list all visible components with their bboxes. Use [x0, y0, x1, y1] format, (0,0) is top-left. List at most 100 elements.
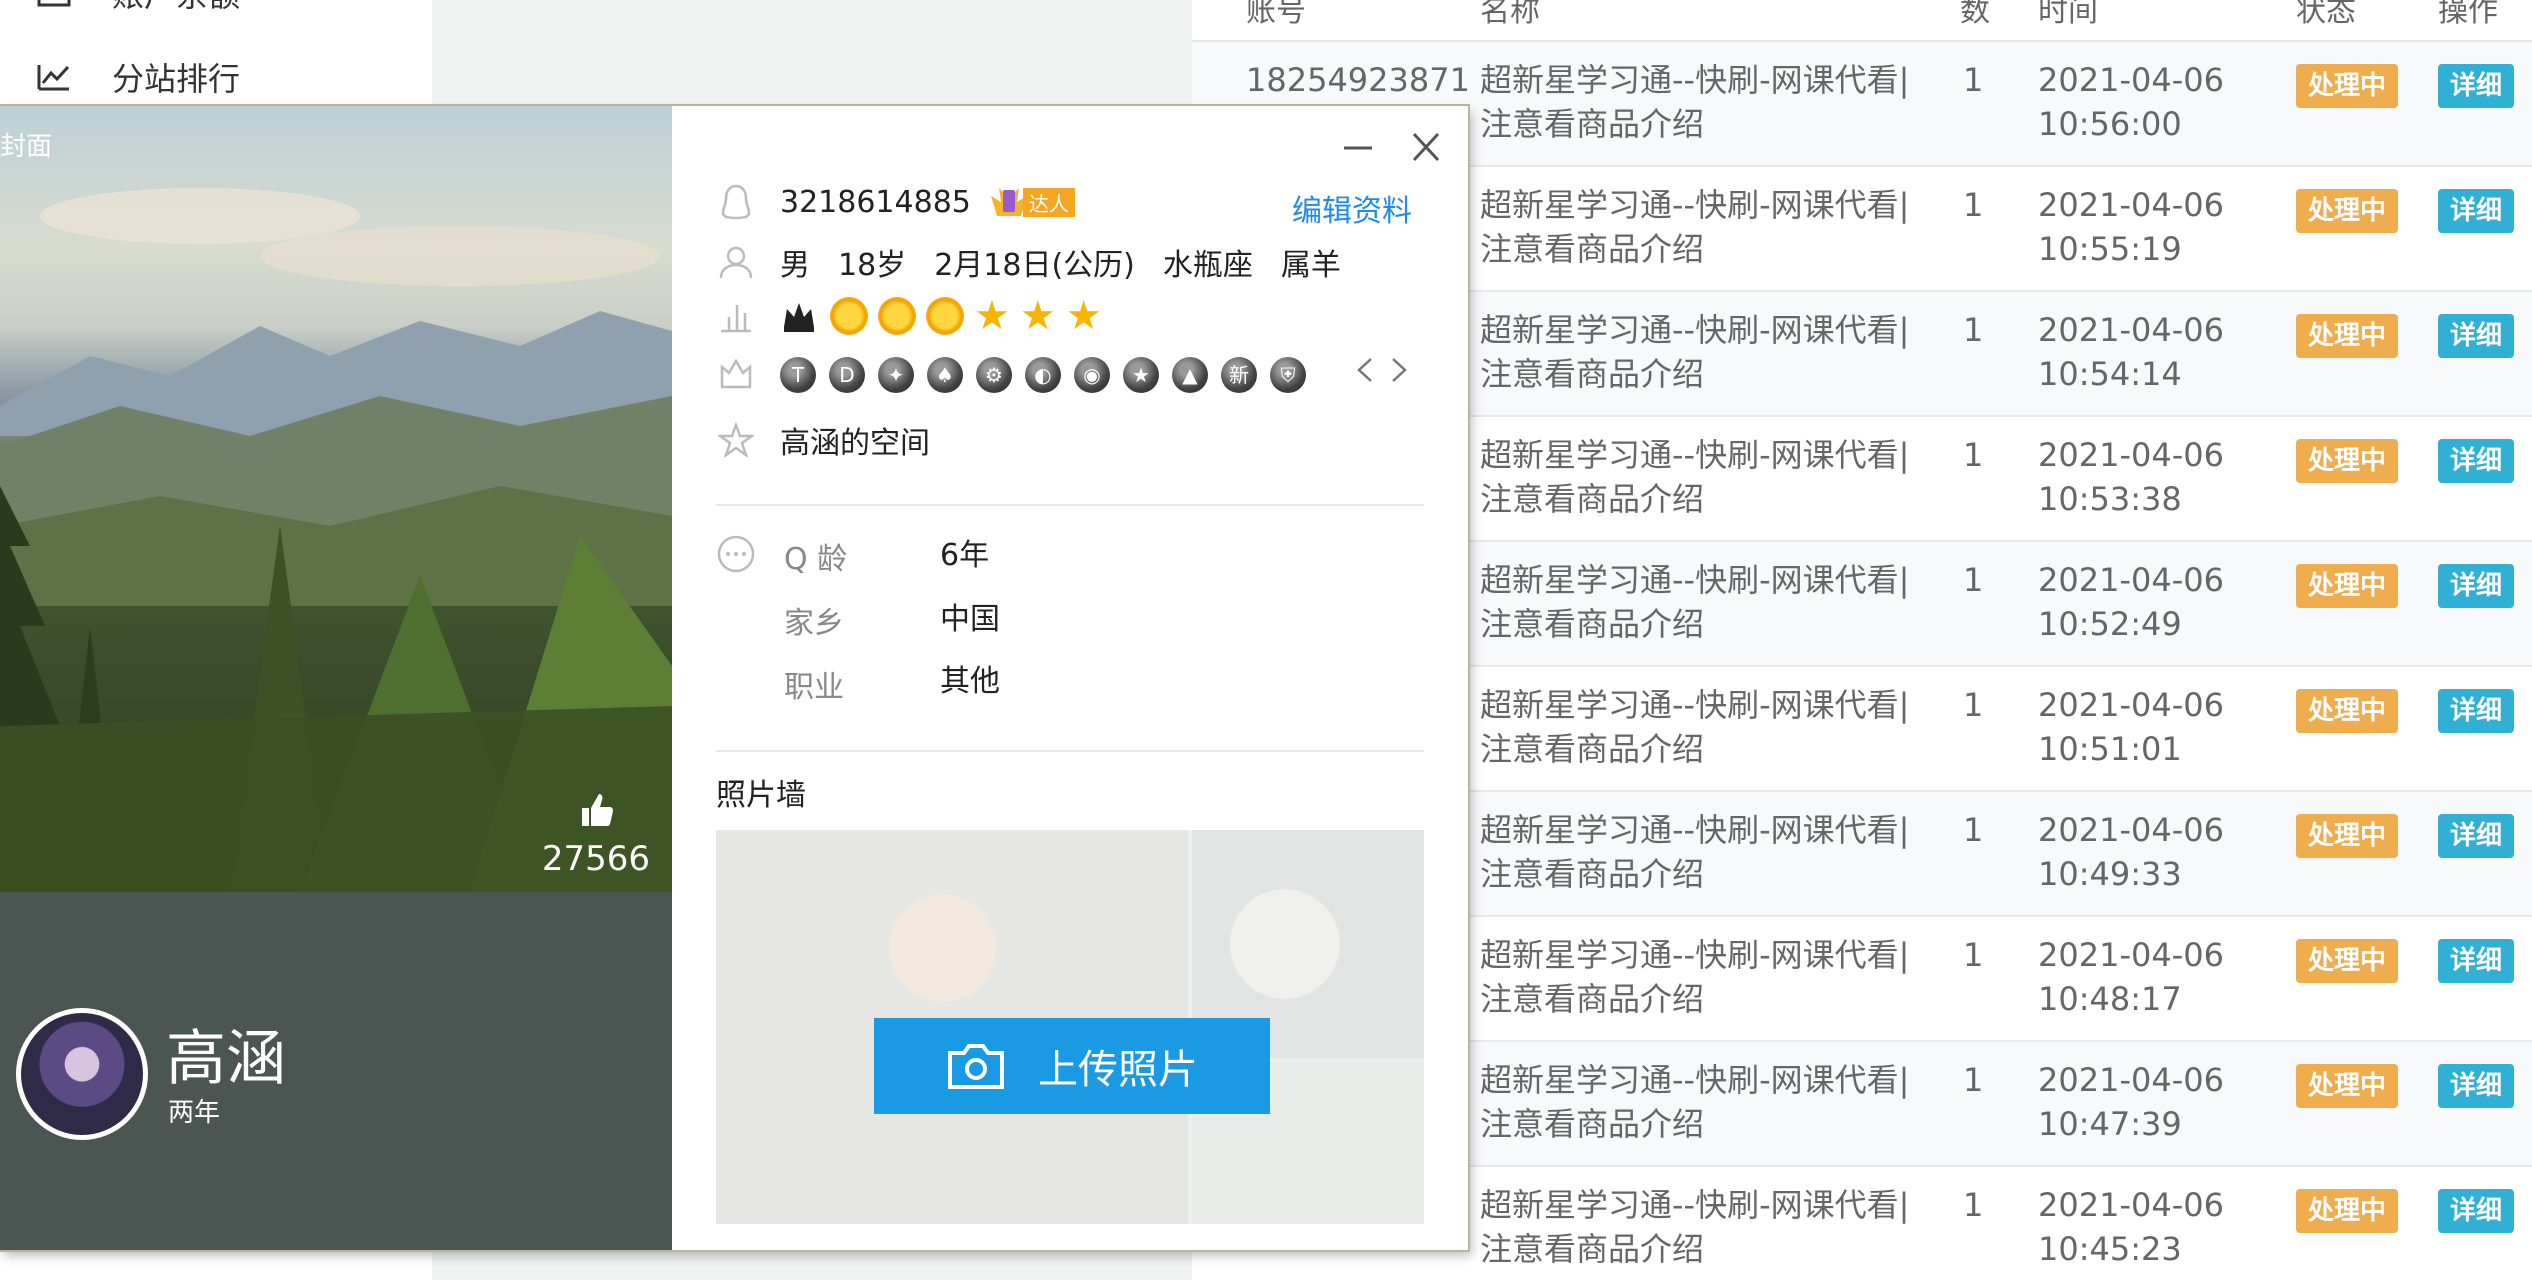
minimize-icon: [1344, 146, 1372, 150]
cell-time: 2021-04-06 10:47:39: [2038, 1061, 2224, 1143]
sidebar-item-balance[interactable]: 账户余额: [36, 0, 240, 16]
cell-name: 超新星学习通--快刷-网课代看|注意看商品介绍: [1480, 811, 1910, 893]
detail-button[interactable]: 详细: [2438, 939, 2515, 983]
cell-qty: 1: [1963, 1061, 1984, 1099]
qq-number: 3218614885: [780, 184, 971, 220]
chinese-zodiac: 属羊: [1280, 248, 1341, 283]
medal-icon[interactable]: ✦: [878, 357, 914, 393]
nickname: 高涵: [166, 1024, 286, 1094]
status-badge: 处理中: [2296, 689, 2399, 733]
like-counter[interactable]: 27566: [542, 790, 650, 879]
status-badge: 处理中: [2296, 564, 2399, 608]
sidebar-item-label: 账户余额: [112, 0, 240, 16]
star-icon: ★: [1065, 293, 1102, 339]
cell-name: 超新星学习通--快刷-网课代看|注意看商品介绍: [1480, 686, 1910, 768]
status-badge: 处理中: [2296, 1189, 2399, 1233]
detail-button[interactable]: 详细: [2438, 314, 2515, 358]
col-header-account[interactable]: 账号: [1246, 0, 1306, 30]
medal-icon[interactable]: D: [829, 357, 865, 393]
medal-icon[interactable]: ◉: [1074, 357, 1110, 393]
cover-label: 封面: [0, 132, 53, 162]
sidebar-item-label: 分站排行: [112, 60, 241, 98]
cell-time: 2021-04-06 10:52:49: [2038, 561, 2224, 643]
cell-time: 2021-04-06 10:48:17: [2038, 936, 2224, 1018]
cell-qty: 1: [1963, 436, 1984, 474]
star-icon: ★: [1019, 293, 1056, 339]
cell-time: 2021-04-06 10:56:00: [2038, 61, 2224, 143]
cell-time: 2021-04-06 10:49:33: [2038, 811, 2224, 893]
age: 18岁: [838, 248, 907, 283]
cell-qty: 1: [1963, 1186, 1984, 1224]
expert-badge[interactable]: 达人: [989, 182, 1075, 222]
medal-icon[interactable]: ★: [1123, 357, 1159, 393]
medal-icon[interactable]: ⛨: [1270, 357, 1306, 393]
cell-qty: 1: [1963, 561, 1984, 599]
sidebar-item-ranking[interactable]: 分站排行: [36, 54, 240, 100]
close-button[interactable]: [1410, 126, 1442, 176]
photo-wall-title: 照片墙: [716, 778, 806, 813]
status-badge: 处理中: [2296, 939, 2399, 983]
detail-button[interactable]: 详细: [2438, 814, 2515, 858]
chevron-right-icon: [1392, 358, 1407, 382]
medals-row: T D ✦ ♠ ⚙ ◐ ◉ ★ ▲ 新 ⛨: [716, 354, 1409, 394]
gender: 男: [780, 248, 810, 283]
medals-next-button[interactable]: [1389, 355, 1409, 393]
cell-time: 2021-04-06 10:45:23: [2038, 1186, 2224, 1268]
medal-icon[interactable]: ◐: [1025, 357, 1061, 393]
avatar[interactable]: [16, 1008, 148, 1140]
medal-icon[interactable]: ♠: [927, 357, 963, 393]
detail-button[interactable]: 详细: [2438, 1189, 2515, 1233]
detail-button[interactable]: 详细: [2438, 189, 2515, 233]
cell-qty: 1: [1963, 61, 1984, 99]
cell-name: 超新星学习通--快刷-网课代看|注意看商品介绍: [1480, 936, 1910, 1018]
landscape-image: [0, 188, 672, 892]
medal-icon[interactable]: ⚙: [976, 357, 1012, 393]
cell-qty: 1: [1963, 686, 1984, 724]
detail-label: 职业: [784, 670, 844, 705]
cell-qty: 1: [1963, 811, 1984, 849]
sun-icon: [926, 297, 964, 335]
cover-photo[interactable]: 封面 27566: [0, 106, 672, 892]
detail-value: 中国: [940, 602, 1000, 637]
col-header-status[interactable]: 状态: [2296, 0, 2356, 30]
medal-icon[interactable]: 新: [1221, 357, 1257, 393]
level-row[interactable]: ★ ★ ★: [716, 296, 1112, 336]
medal-icon[interactable]: ▲: [1172, 357, 1208, 393]
minimize-button[interactable]: [1342, 126, 1374, 176]
chart-line-icon: [37, 65, 70, 91]
edit-profile-link[interactable]: 编辑资料: [1292, 186, 1412, 230]
col-header-action[interactable]: 操作: [2438, 0, 2498, 30]
screen: 账户余额 分站排行 账号 名称 数 时间 状态 操作 18254923871 超新…: [0, 0, 2532, 1280]
col-header-name[interactable]: 名称: [1480, 0, 1540, 30]
qzone-row[interactable]: 高涵的空间: [716, 418, 930, 462]
status-badge: 处理中: [2296, 439, 2399, 483]
cell-time: 2021-04-06 10:51:01: [2038, 686, 2224, 768]
cell-name: 超新星学习通--快刷-网课代看|注意看商品介绍: [1480, 1061, 1910, 1143]
nickname-subtext: 两年: [168, 1098, 221, 1128]
wallet-icon: [37, 0, 71, 7]
cell-qty: 1: [1963, 311, 1984, 349]
upload-photo-button[interactable]: 上传照片: [874, 1018, 1270, 1114]
qq-number-row: 3218614885 达人: [716, 182, 1075, 222]
medals-prev-button[interactable]: [1355, 355, 1375, 393]
crown-icon: [780, 297, 818, 335]
cell-time: 2021-04-06 10:54:14: [2038, 311, 2224, 393]
col-header-time[interactable]: 时间: [2038, 0, 2098, 30]
info-panel: 3218614885 达人 编辑资料 男 18岁 2月18日(公历) 水瓶座 属…: [672, 106, 1468, 1250]
medal-list: T D ✦ ♠ ⚙ ◐ ◉ ★ ▲ 新 ⛨: [780, 355, 1319, 393]
photo-wall: 上传照片: [716, 830, 1424, 1224]
like-count: 27566: [541, 839, 650, 879]
cell-time: 2021-04-06 10:53:38: [2038, 436, 2224, 518]
qzone-name: 高涵的空间: [780, 426, 930, 461]
detail-button[interactable]: 详细: [2438, 689, 2515, 733]
col-header-qty[interactable]: 数: [1960, 0, 1990, 30]
medal-icon[interactable]: T: [780, 357, 816, 393]
more-icon: [716, 534, 756, 578]
detail-button[interactable]: 详细: [2438, 564, 2515, 608]
detail-button[interactable]: 详细: [2438, 1064, 2515, 1108]
detail-button[interactable]: 详细: [2438, 64, 2515, 108]
detail-label: 家乡: [784, 606, 844, 641]
detail-button[interactable]: 详细: [2438, 439, 2515, 483]
camera-icon: [948, 1044, 1004, 1089]
cell-name: 超新星学习通--快刷-网课代看|注意看商品介绍: [1480, 1186, 1910, 1268]
